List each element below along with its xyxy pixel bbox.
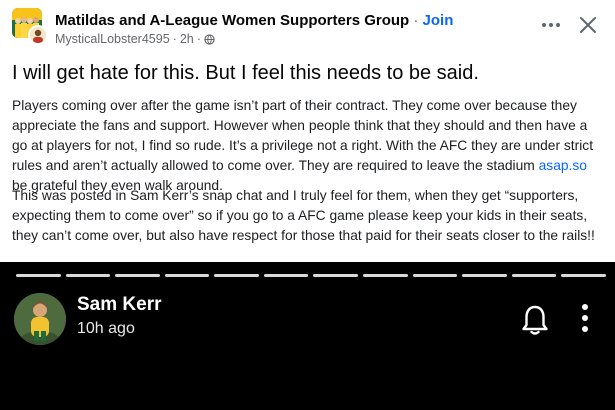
- story-progress-segment: [313, 274, 359, 277]
- story-progress-segment: [412, 274, 458, 277]
- story-progress-segment: [16, 274, 61, 277]
- join-button[interactable]: Join: [423, 12, 454, 29]
- post-paragraph-2: This was posted in Sam Kerr’s snap chat …: [12, 188, 595, 243]
- author-avatar[interactable]: [28, 25, 48, 45]
- meta-separator-2: ·: [196, 32, 201, 46]
- story-progress-segment: [263, 274, 309, 277]
- vertical-more-icon[interactable]: [578, 302, 592, 334]
- title-separator: ·: [413, 12, 419, 29]
- story-progress-segment: [115, 274, 160, 277]
- group-name-line: Matildas and A-League Women Supporters G…: [55, 12, 453, 29]
- story-progress-segment: [511, 274, 557, 277]
- group-name-link[interactable]: Matildas and A-League Women Supporters G…: [55, 12, 409, 29]
- avatar-stack[interactable]: [12, 8, 48, 45]
- snap-time: 10h ago: [77, 320, 135, 337]
- story-progress-segment: [561, 274, 606, 277]
- story-progress-segment: [164, 274, 210, 277]
- bell-icon[interactable]: [520, 304, 550, 336]
- story-progress-segment: [462, 274, 507, 277]
- paragraph-1-text: Players coming over after the game isn’t…: [12, 98, 594, 173]
- post-paragraph-1: Players coming over after the game isn’t…: [12, 96, 605, 196]
- meta-separator: ·: [172, 32, 177, 46]
- close-icon[interactable]: [578, 15, 598, 35]
- globe-icon: [204, 33, 215, 45]
- story-progress-segment: [363, 274, 408, 277]
- more-icon[interactable]: [540, 18, 562, 32]
- snap-user-name[interactable]: Sam Kerr: [77, 294, 162, 316]
- author-name[interactable]: MysticalLobster4595: [55, 32, 170, 46]
- story-progress-segment: [214, 274, 259, 277]
- asap-link[interactable]: asap.so: [539, 158, 587, 173]
- post-title: I will get hate for this. But I feel thi…: [12, 62, 479, 84]
- story-progress-bars: [16, 274, 606, 277]
- story-progress-segment: [65, 274, 111, 277]
- post-time[interactable]: 2h: [180, 32, 194, 46]
- post-meta: MysticalLobster4595 · 2h ·: [55, 32, 215, 46]
- post-header: Matildas and A-League Women Supporters G…: [0, 0, 615, 52]
- snap-avatar[interactable]: [14, 293, 66, 345]
